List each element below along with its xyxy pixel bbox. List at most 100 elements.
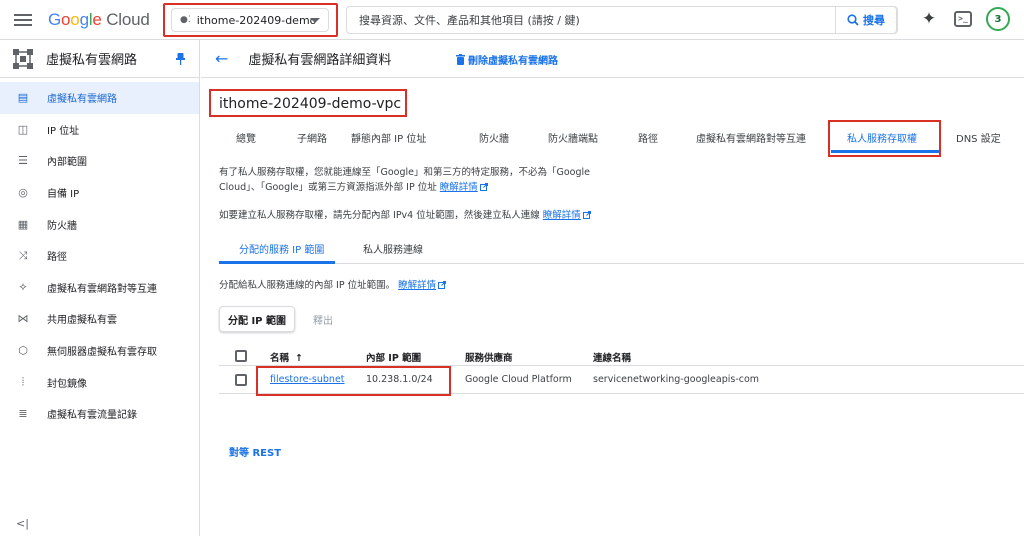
- sidebar-item-label: 虛擬私有雲流量記錄: [47, 410, 137, 422]
- top-bar: Google Cloud ●⁚ ithome-202409-demo 搜尋 ✦ …: [0, 0, 1024, 40]
- pin-icon[interactable]: [176, 53, 185, 65]
- intro-text: 有了私人服務存取權，您就能連線至「Google」和第三方的特定服務，不必為「Go…: [219, 165, 590, 195]
- page-header: ← 虛擬私有雲網路詳細資料 刪除虛擬私有雲網路: [201, 40, 1024, 78]
- sidebar-item-routes[interactable]: ⤨ 路徑: [0, 240, 199, 272]
- project-picker-highlight: ●⁚ ithome-202409-demo: [163, 3, 338, 37]
- intro-line-2: Cloud」、「Google」或第三方資源指派外部 IP 位址: [219, 182, 437, 193]
- search-button[interactable]: 搜尋: [835, 6, 897, 34]
- sidebar-item-label: 路徑: [47, 252, 67, 264]
- tab-overview[interactable]: 總覽: [236, 130, 256, 145]
- project-icon: ●⁚: [180, 15, 191, 25]
- sidebar-item-shared-vpc[interactable]: ⋈ 共用虛擬私有雲: [0, 303, 199, 335]
- row-checkbox[interactable]: [235, 374, 247, 386]
- setup-text: 如要建立私人服務存取權，請先分配內部 IPv4 位址範圍，然後建立私人連線 瞭解…: [219, 208, 591, 223]
- search-button-label: 搜尋: [863, 14, 885, 27]
- tab-dns-settings[interactable]: DNS 設定: [956, 130, 1001, 145]
- delete-vpc-label: 刪除虛擬私有雲網路: [468, 56, 558, 67]
- delete-vpc-button[interactable]: 刪除虛擬私有雲網路: [456, 52, 558, 67]
- chevron-down-icon: [310, 18, 320, 23]
- sidebar-item-label: 虛擬私有雲網路: [47, 94, 117, 106]
- flow-logs-icon: ≣: [18, 407, 28, 421]
- search-bar: 搜尋: [346, 6, 898, 34]
- page-title: 虛擬私有雲網路詳細資料: [248, 53, 392, 68]
- ip-address-icon: ◫: [17, 122, 29, 136]
- learn-more-link[interactable]: 瞭解詳情: [543, 210, 581, 221]
- sidebar-item-label: 內部範圍: [47, 157, 87, 169]
- tab-firewall-endpoints[interactable]: 防火牆端點: [548, 130, 598, 145]
- notifications-badge[interactable]: 3: [986, 7, 1010, 31]
- tab-vpc-peering[interactable]: 虛擬私有雲網路對等互連: [696, 130, 806, 145]
- sidebar-item-label: 無伺服器虛擬私有雲存取: [47, 347, 157, 359]
- column-header-name-label: 名稱: [270, 353, 290, 364]
- connection-name: servicenetworking-googleapis-com: [593, 374, 760, 385]
- vpc-network-icon: ▤: [17, 91, 29, 105]
- packet-mirroring-icon: ⦙: [21, 375, 25, 389]
- main-content: ← 虛擬私有雲網路詳細資料 刪除虛擬私有雲網路 ithome-202409-de…: [201, 40, 1024, 536]
- sidebar-item-label: 封包鏡像: [47, 378, 87, 390]
- sidebar-item-vpc-networks[interactable]: ▤ 虛擬私有雲網路: [0, 82, 199, 114]
- sidebar-item-byoip[interactable]: ◎ 自備 IP: [0, 177, 199, 209]
- column-header-name[interactable]: 名稱 ↑: [270, 350, 303, 364]
- sidebar: 虛擬私有雲網路 ▤ 虛擬私有雲網路 ◫ IP 位址 ☰ 內部範圍 ◎ 自備 IP…: [0, 40, 200, 536]
- setup-text-content: 如要建立私人服務存取權，請先分配內部 IPv4 位址範圍，然後建立私人連線: [219, 210, 540, 221]
- sidebar-item-label: IP 位址: [47, 125, 80, 137]
- learn-more-link[interactable]: 瞭解詳情: [398, 280, 436, 291]
- sidebar-item-serverless-access[interactable]: ⬡ 無伺服器虛擬私有雲存取: [0, 335, 199, 367]
- tab-firewall[interactable]: 防火牆: [479, 130, 509, 145]
- learn-more-link[interactable]: 瞭解詳情: [440, 182, 478, 193]
- sidebar-item-label: 防火牆: [47, 220, 77, 232]
- trash-icon: [456, 54, 465, 65]
- column-header-provider[interactable]: 服務供應商: [465, 350, 513, 364]
- vpc-network-product-icon: [13, 48, 33, 69]
- sidebar-item-firewall[interactable]: ▦ 防火牆: [0, 208, 199, 240]
- intro-line-1: 有了私人服務存取權，您就能連線至「Google」和第三方的特定服務，不必為「Go…: [219, 167, 591, 178]
- project-name: ithome-202409-demo: [196, 13, 317, 27]
- main-menu-icon[interactable]: [14, 11, 32, 29]
- sidebar-item-packet-mirroring[interactable]: ⦙ 封包鏡像: [0, 366, 199, 398]
- firewall-icon: ▦: [17, 217, 29, 231]
- select-all-checkbox[interactable]: [235, 350, 247, 362]
- byoip-icon: ◎: [18, 186, 28, 200]
- search-icon: [847, 14, 859, 26]
- sidebar-item-label: 虛擬私有雲網路對等互連: [47, 283, 157, 295]
- service-provider: Google Cloud Platform: [465, 374, 572, 385]
- alloc-description-text: 分配給私人服務連線的內部 IP 位址範圍。: [219, 280, 396, 291]
- vpc-name: ithome-202409-demo-vpc: [219, 96, 402, 112]
- allocated-ranges-table: 名稱 ↑ 內部 IP 範圍 服務供應商 連線名稱 filestore-subnet…: [219, 344, 1024, 396]
- sidebar-header: 虛擬私有雲網路: [0, 40, 199, 78]
- sidebar-item-flow-logs[interactable]: ≣ 虛擬私有雲流量記錄: [0, 398, 199, 430]
- column-header-connection[interactable]: 連線名稱: [593, 350, 631, 364]
- detail-tabs: 總覽 子網路 靜態內部 IP 位址 防火牆 防火牆端點 路徑 虛擬私有雲網路對等…: [201, 120, 1024, 157]
- external-link-icon: [582, 211, 591, 219]
- tab-routes[interactable]: 路徑: [638, 130, 658, 145]
- route-icon: ⤨: [18, 248, 28, 262]
- active-subtab-indicator: [219, 261, 335, 264]
- gemini-icon[interactable]: ✦: [918, 9, 940, 29]
- collapse-sidebar-icon[interactable]: <|: [16, 517, 29, 530]
- tab-subnets[interactable]: 子網路: [297, 130, 327, 145]
- tab-static-internal-ip[interactable]: 靜態內部 IP 位址: [351, 130, 426, 145]
- subtab-allocated-ranges[interactable]: 分配的服務 IP 範圍: [239, 241, 324, 256]
- subtab-private-connections[interactable]: 私人服務連線: [363, 241, 423, 256]
- sidebar-title: 虛擬私有雲網路: [46, 53, 138, 68]
- sidebar-item-label: 自備 IP: [47, 189, 80, 201]
- sidebar-item-ip-addresses[interactable]: ◫ IP 位址: [0, 114, 199, 146]
- sidebar-item-label: 共用虛擬私有雲: [47, 315, 117, 327]
- equivalent-rest-link[interactable]: 對等 REST: [229, 444, 281, 459]
- sidebar-item-peering[interactable]: ⟡ 虛擬私有雲網路對等互連: [0, 272, 199, 304]
- release-button[interactable]: 釋出: [313, 312, 333, 327]
- back-arrow-icon[interactable]: ←: [215, 49, 228, 68]
- google-cloud-logo[interactable]: Google Cloud: [48, 10, 150, 30]
- active-tab-highlight: [828, 120, 941, 157]
- external-link-icon: [438, 281, 447, 289]
- project-picker[interactable]: ●⁚ ithome-202409-demo: [171, 8, 329, 32]
- row-highlight: [256, 366, 451, 396]
- cloud-shell-icon[interactable]: >_: [954, 11, 972, 27]
- psa-subtabs: 分配的服務 IP 範圍 私人服務連線: [219, 236, 1024, 264]
- shared-vpc-icon: ⋈: [17, 312, 29, 326]
- sidebar-item-internal-ranges[interactable]: ☰ 內部範圍: [0, 145, 199, 177]
- column-header-internal-range[interactable]: 內部 IP 範圍: [366, 350, 421, 364]
- peering-icon: ⟡: [19, 280, 27, 294]
- allocate-ip-range-button[interactable]: 分配 IP 範圍: [219, 306, 295, 332]
- search-input[interactable]: [347, 7, 837, 33]
